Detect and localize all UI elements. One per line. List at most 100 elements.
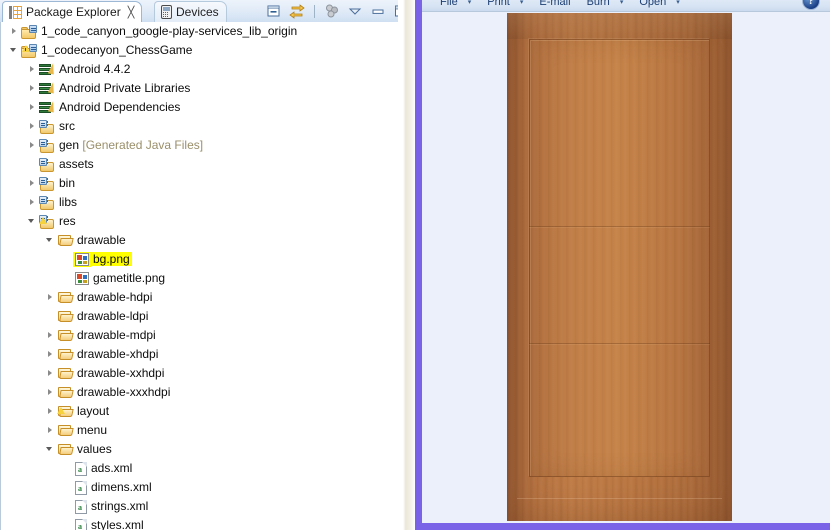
photo-canvas[interactable] [422,13,823,523]
tree-row[interactable]: bg.png [1,250,386,269]
chevron-right-icon[interactable] [45,425,56,436]
project-tree[interactable]: 1_code_canyon_google-play-services_lib_o… [0,22,415,530]
view-toolbar [266,3,409,19]
xml-file-icon: a [75,518,87,530]
folder-icon [57,329,74,342]
menu-burn[interactable]: Burn ▾ [587,0,624,8]
tree-row[interactable]: drawable-mdpi [1,326,386,345]
menu-email-label: E-mail [539,0,571,8]
tree-row[interactable]: Android Private Libraries [1,79,386,98]
tree-row[interactable]: src [1,117,386,136]
tree-row-label: layout [77,404,110,418]
menu-file-label: File [440,0,458,8]
tree-row-label: gen [Generated Java Files] [59,136,203,155]
chevron-down-icon[interactable] [27,216,38,227]
tree-row[interactable]: menu [1,421,386,440]
wood-seam [529,226,710,227]
tree-row[interactable]: drawable-ldpi [1,307,386,326]
tree-row[interactable]: Android Dependencies [1,98,386,117]
chevron-right-icon[interactable] [27,197,38,208]
chevron-right-icon[interactable] [45,406,56,417]
chevron-down-icon[interactable] [9,45,20,56]
tree-row[interactable]: a dimens.xml [1,478,386,497]
pane-divider[interactable] [398,0,415,530]
tree-row-label: 1_code_canyon_google-play-services_lib_o… [41,24,298,38]
menu-email[interactable]: E-mail [539,0,570,8]
tab-package-explorer[interactable]: Package Explorer ╳ [2,1,143,22]
tree-row-label: libs [59,195,78,209]
tree-row[interactable]: gametitle.png [1,269,386,288]
tree-row[interactable]: drawable-xhdpi [1,345,386,364]
window-left-border [415,0,422,530]
chevron-down-icon[interactable] [45,444,56,455]
tree-row[interactable]: a styles.xml [1,516,386,530]
xml-file-icon: a [75,461,87,476]
tree-row[interactable]: Android 4.4.2 [1,60,386,79]
tree-row[interactable]: drawable-xxhdpi [1,364,386,383]
package-explorer-icon [9,5,22,19]
menu-print[interactable]: Print ▾ [487,0,523,8]
menu-file[interactable]: File ▾ [440,0,471,8]
image-bg-png [507,13,732,521]
help-icon[interactable]: ? [802,0,820,10]
tree-row[interactable]: 1_code_canyon_google-play-services_lib_o… [1,22,386,41]
tree-row[interactable]: res [1,212,386,231]
library-icon [39,81,57,95]
tree-row-label: drawable-mdpi [77,328,156,342]
chevron-right-icon[interactable] [45,368,56,379]
tree-row-label: 1_codecanyon_ChessGame [41,43,193,57]
tree-row[interactable]: a ads.xml [1,459,386,478]
chevron-right-icon[interactable] [27,83,38,94]
tree-row[interactable]: layout [1,402,386,421]
tab-devices[interactable]: Devices [154,1,227,22]
tree-row[interactable]: drawable-hdpi [1,288,386,307]
menu-open[interactable]: Open ▾ [639,0,679,8]
source-folder-icon [39,157,55,172]
tree-row[interactable]: bin [1,174,386,193]
tree-row[interactable]: 1_codecanyon_ChessGame [1,41,386,60]
image-file-icon [75,253,89,266]
chevron-right-icon[interactable] [27,121,38,132]
wood-top-lip [507,13,732,39]
chevron-right-icon[interactable] [45,330,56,341]
chevron-down-icon[interactable] [45,235,56,246]
tree-row[interactable]: values [1,440,386,459]
toolbar-separator [314,4,315,18]
tree-row-label: res [59,214,76,228]
tree-row[interactable]: a strings.xml [1,497,386,516]
chevron-right-icon[interactable] [27,140,38,151]
xml-file-icon: a [75,480,87,495]
tree-row-label: drawable-hdpi [77,290,153,304]
tree-row[interactable]: drawable-xxxhdpi [1,383,386,402]
chevron-right-icon[interactable] [45,292,56,303]
tree-row-label: assets [59,157,94,171]
chevron-right-icon[interactable] [27,178,38,189]
window-bottom-border [415,523,830,530]
chevron-right-icon[interactable] [27,102,38,113]
chevron-right-icon[interactable] [27,64,38,75]
chevron-right-icon[interactable] [45,387,56,398]
chevron-down-icon: ▾ [619,0,624,6]
wood-inner-panel [529,39,710,477]
view-menu-icon[interactable] [347,3,363,19]
chevron-right-icon[interactable] [9,26,20,37]
minimize-icon[interactable] [370,3,386,19]
tree-row[interactable]: drawable [1,231,386,250]
screen-root: Package Explorer ╳ Devices 1_code_canyon… [0,0,830,530]
project-tree-rows: 1_code_canyon_google-play-services_lib_o… [1,22,386,530]
tree-row[interactable]: libs [1,193,386,212]
chevron-right-icon[interactable] [45,349,56,360]
source-folder-icon [39,138,55,153]
close-icon[interactable]: ╳ [128,7,135,18]
tree-row[interactable]: assets [1,155,386,174]
tree-row[interactable]: gen [Generated Java Files] [1,136,386,155]
collapse-all-icon[interactable] [266,3,282,19]
link-with-editor-icon[interactable] [289,3,305,19]
java-project-warning-icon [21,43,37,58]
focus-on-active-task-icon[interactable] [324,3,340,19]
